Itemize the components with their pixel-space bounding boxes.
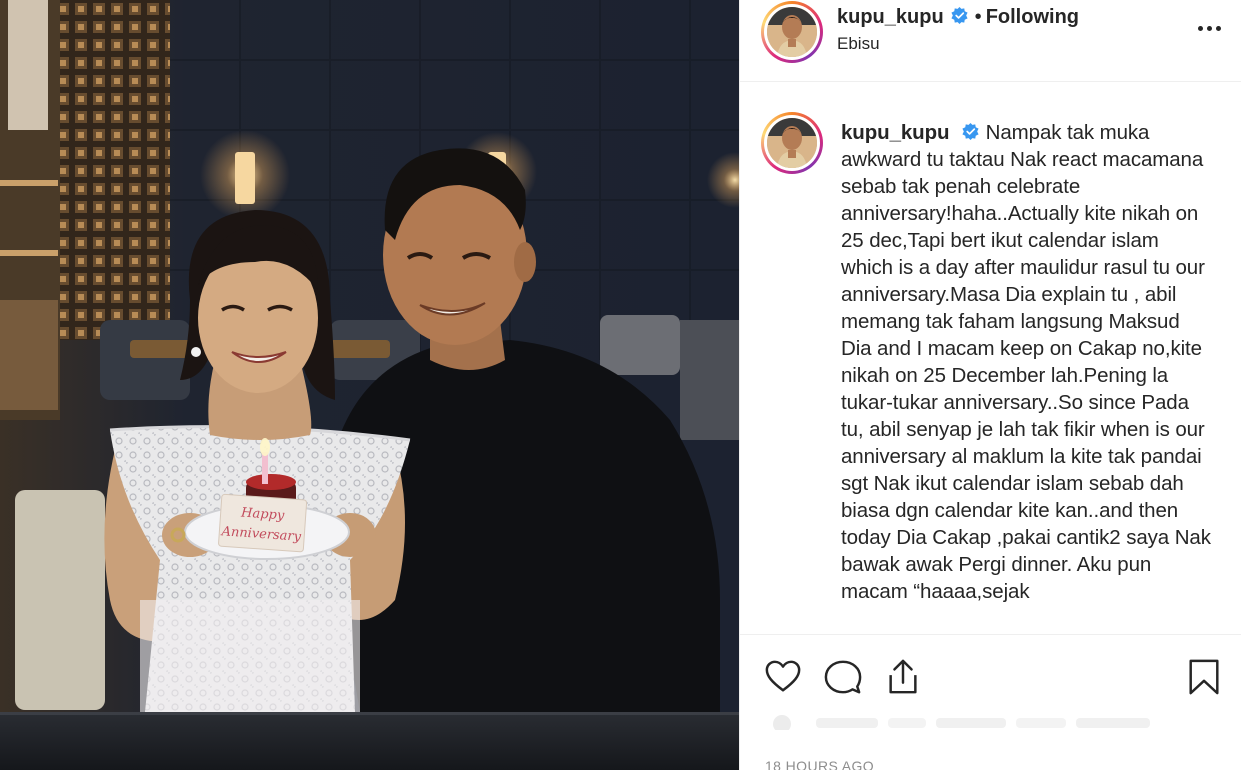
caption-text-block: kupu_kupu Nampak tak muka awkward tu tak… (841, 119, 1211, 605)
header-separator: • (974, 6, 982, 28)
avatar-photo (767, 118, 817, 168)
bookmark-icon[interactable] (1185, 658, 1223, 696)
likes-row-obscured (764, 712, 1184, 730)
caption-area: kupu_kupu Nampak tak muka awkward tu tak… (740, 112, 1241, 634)
caption-author-avatar[interactable] (761, 112, 823, 174)
avatar-photo (767, 7, 817, 57)
cake-card-line1: Happy (240, 505, 286, 523)
post-photo[interactable]: Happy Anniversary (0, 0, 739, 770)
caption-username-link[interactable]: kupu_kupu (841, 121, 950, 144)
verified-badge-icon (951, 6, 968, 25)
more-options-icon[interactable] (1194, 16, 1224, 40)
location-link[interactable]: Ebisu (837, 34, 880, 54)
username-link[interactable]: kupu_kupu (837, 6, 944, 28)
actions-divider (740, 634, 1241, 635)
heart-icon[interactable] (764, 658, 802, 696)
verified-badge-icon (962, 122, 979, 141)
post-header: kupu_kupu • Following Ebisu (740, 0, 1241, 82)
header-user-line: kupu_kupu • Following (837, 6, 1079, 29)
author-avatar[interactable] (761, 1, 823, 63)
comment-icon[interactable] (824, 658, 862, 696)
post-timestamp: 18 HOURS AGO (765, 758, 875, 770)
caption-text: Nampak tak muka awkward tu taktau Nak re… (841, 121, 1211, 603)
following-button[interactable]: Following (986, 6, 1079, 28)
anniversary-photo: Happy Anniversary (0, 0, 739, 770)
share-icon[interactable] (884, 658, 922, 696)
post-details-panel: kupu_kupu • Following Ebisu kupu_kupu Na… (739, 0, 1241, 770)
